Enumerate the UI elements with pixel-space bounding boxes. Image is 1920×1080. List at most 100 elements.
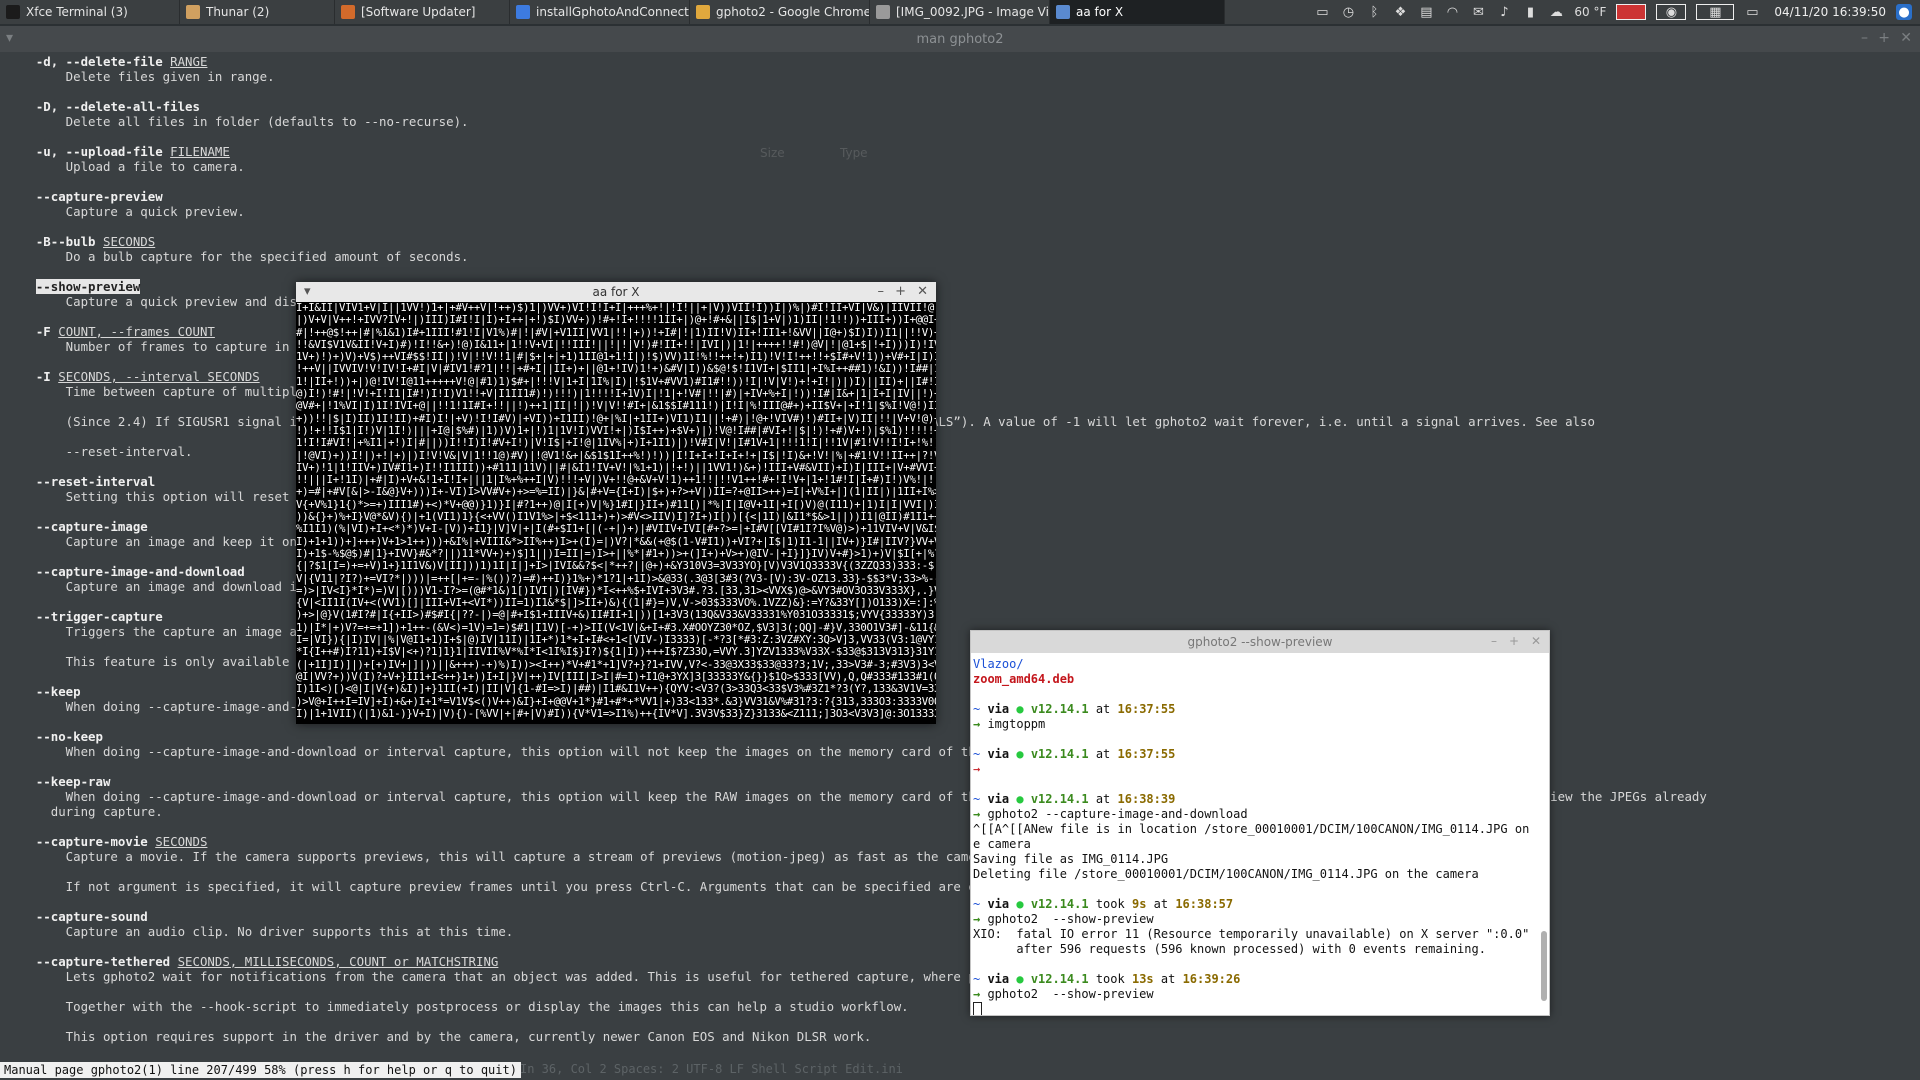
aa-window-titlebar[interactable]: aa for X ▾ – + ✕ <box>296 282 936 302</box>
aa-window-title: aa for X <box>592 285 640 299</box>
man-blank-line <box>6 504 1910 519</box>
man-option-description: Capture an image and download i <box>6 579 297 594</box>
terminal-command: imgtoppm <box>987 717 1046 731</box>
bluetooth-icon[interactable]: ᛒ <box>1366 4 1382 20</box>
man-option-heading: -I SECONDS, --interval SECONDS <box>6 369 1910 384</box>
prompt-at-label: at <box>1146 897 1176 911</box>
close-icon[interactable]: ✕ <box>1531 634 1541 648</box>
node-icon: ● <box>1016 747 1031 761</box>
timer-icon[interactable]: ◷ <box>1340 4 1356 20</box>
terminal-output[interactable]: Vlazoo/zoom_amd64.deb ~ via ● v12.14.1 a… <box>971 653 1537 1015</box>
weather-icon[interactable]: ☁ <box>1548 4 1564 20</box>
man-option-name: -F <box>35 324 51 339</box>
man-option-heading: --keep <box>6 684 1910 699</box>
close-icon[interactable]: ✕ <box>1900 30 1912 46</box>
maximize-icon[interactable]: + <box>1878 30 1890 46</box>
man-blank-line <box>6 129 1910 144</box>
maximize-icon[interactable]: + <box>895 284 906 299</box>
man-page-window[interactable]: man gphoto2 ▾ – + ✕ Size Type -d, --dele… <box>0 26 1920 1080</box>
man-option-name: --show-preview <box>35 279 141 294</box>
weather-temp[interactable]: 60 °F <box>1574 5 1606 19</box>
man-blank-line <box>6 429 1910 444</box>
man-option-name: -D, --delete-all-files <box>35 99 200 114</box>
battery-icon[interactable]: ▮ <box>1522 4 1538 20</box>
minimize-icon[interactable]: – <box>878 284 885 299</box>
man-option-heading: -u, --upload-file FILENAME <box>6 144 1910 159</box>
man-blank-line <box>6 1014 1910 1029</box>
prompt-tilde: ~ <box>973 702 988 716</box>
man-blank-line <box>6 819 1910 834</box>
network-monitor-icon[interactable]: ◉ <box>1656 4 1687 20</box>
show-desktop-icon[interactable]: ▭ <box>1744 4 1760 20</box>
clipboard-icon[interactable]: ▤ <box>1418 4 1434 20</box>
man-option-name: --capture-image <box>35 519 148 534</box>
man-option-heading: --capture-image <box>6 519 1910 534</box>
man-option-name: -u, --upload-file <box>35 144 163 159</box>
man-option-name: --reset-interval <box>35 474 156 489</box>
display-icon[interactable]: ▭ <box>1314 4 1330 20</box>
taskbar-task[interactable]: installGphotoAndConnect... <box>510 0 690 24</box>
man-option-description: Setting this option will reset ceived in… <box>65 489 834 504</box>
terminal-command-line: → gphoto2 --show-preview <box>973 987 1535 1002</box>
window-icon <box>1056 5 1070 19</box>
man-option-description: Capture a quick preview and dis <box>6 294 297 309</box>
man-option-argument: FILENAME <box>170 144 230 159</box>
taskbar-task[interactable]: Thunar (2) <box>180 0 335 24</box>
clock[interactable]: 04/11/20 16:39:50 <box>1774 5 1886 19</box>
maximize-icon[interactable]: + <box>1509 634 1519 648</box>
terminal-command: gphoto2 --show-preview <box>987 912 1154 926</box>
taskbar-task[interactable]: aa for X <box>1050 0 1225 24</box>
window-menu-icon[interactable]: ▾ <box>304 284 311 299</box>
man-option-description: This feature is only available <box>6 654 290 669</box>
man-option-name: --keep <box>35 684 81 699</box>
taskbar-task-label: aa for X <box>1076 5 1124 19</box>
prompt-at-label: at <box>1088 747 1118 761</box>
man-option-argument: SECONDS <box>155 834 208 849</box>
man-option-heading: --reset-interval <box>6 474 1910 489</box>
prompt-node-version: v12.14.1 <box>1030 702 1089 716</box>
preview-terminal-window[interactable]: gphoto2 --show-preview – + ✕ Vlazoo/zoom… <box>970 630 1550 1016</box>
man-option-heading: -D, --delete-all-files <box>6 99 1910 114</box>
prompt-duration: 13s <box>1131 972 1154 986</box>
taskbar-task[interactable]: [IMG_0092.JPG - Image Vi... <box>870 0 1050 24</box>
user-menu-icon[interactable]: ● <box>1896 4 1912 20</box>
minimize-icon[interactable]: – <box>1861 30 1868 46</box>
taskbar-task-label: installGphotoAndConnect... <box>536 5 690 19</box>
taskbar-task[interactable]: Xfce Terminal (3) <box>0 0 180 24</box>
man-blank-line <box>6 1044 1910 1059</box>
terminal-titlebar[interactable]: gphoto2 --show-preview – + ✕ <box>971 631 1549 653</box>
terminal-cursor-line[interactable] <box>973 1002 1535 1015</box>
taskbar-task-label: gphoto2 - Google Chrome <box>716 5 870 19</box>
updater-icon <box>341 5 355 19</box>
man-blank-line <box>6 714 1910 729</box>
man-option-description: Lets gphoto2 wait for notifications from… <box>6 969 1401 984</box>
close-icon[interactable]: ✕ <box>917 284 928 299</box>
man-blank-line <box>6 639 1910 654</box>
terminal-scrollbar[interactable] <box>1541 931 1547 1001</box>
workspace-switcher[interactable]: ▦ <box>1696 4 1735 20</box>
man-option-description: Delete files given in range. <box>6 69 275 84</box>
mail-icon[interactable]: ✉ <box>1470 4 1486 20</box>
dropbox-icon[interactable]: ❖ <box>1392 4 1408 20</box>
man-blank-line <box>6 984 1910 999</box>
window-menu-icon[interactable]: ▾ <box>6 30 13 46</box>
aa-window[interactable]: aa for X ▾ – + ✕ I+I&II|VIV1+V|I||1VV!)1… <box>296 282 936 724</box>
man-option-name: -B--bulb <box>35 234 96 249</box>
prompt-time: 16:37:55 <box>1117 702 1176 716</box>
terminal-cursor <box>973 1002 982 1015</box>
taskbar-task[interactable]: [Software Updater] <box>335 0 510 24</box>
terminal-prompt-line: ~ via ● v12.14.1 at 16:37:55 <box>973 747 1535 762</box>
taskbar-task[interactable]: gphoto2 - Google Chrome <box>690 0 870 24</box>
man-window-titlebar[interactable]: man gphoto2 ▾ – + ✕ <box>0 26 1920 52</box>
volume-icon[interactable]: ♪ <box>1496 4 1512 20</box>
wifi-icon[interactable]: ◠ <box>1444 4 1460 20</box>
minimize-icon[interactable]: – <box>1491 634 1497 648</box>
man-blank-line <box>6 864 1910 879</box>
editor-status-bar: In 36, Col 2 Spaces: 2 UTF-8 LF Shell Sc… <box>520 1062 903 1076</box>
man-blank-line <box>6 219 1910 234</box>
prompt-node-version: v12.14.1 <box>1030 792 1089 806</box>
cpu-graph-icon[interactable] <box>1616 4 1647 20</box>
man-option-heading: --capture-image-and-download <box>6 564 1910 579</box>
